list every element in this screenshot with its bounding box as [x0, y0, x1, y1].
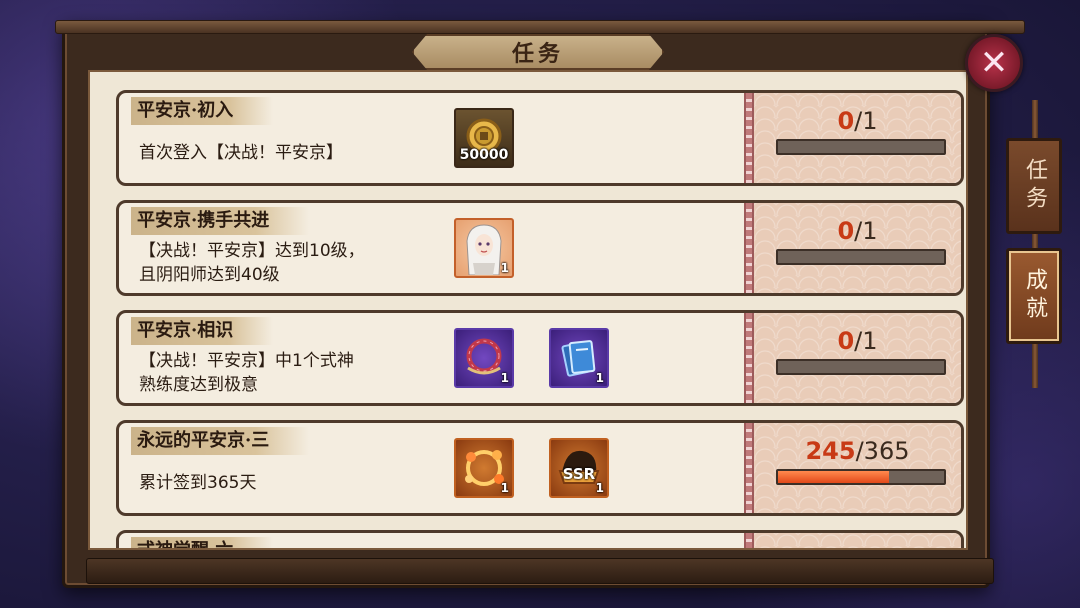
reward-frame-ring[interactable]: 1 — [454, 328, 514, 388]
task-title: 永远的平安京·三 — [131, 427, 310, 455]
task-title: 式神觉醒·六 — [131, 537, 274, 548]
task-description-line: 首次登入【决战！平安京】 — [139, 143, 343, 163]
frame-top-rail — [55, 20, 1025, 34]
progress-bar-fill — [778, 471, 890, 483]
task-description-line: 且阴阳师达到40级 — [139, 265, 280, 285]
reward-count: 1 — [500, 261, 509, 275]
task-title: 平安京·初入 — [131, 97, 274, 125]
task-progress: 245/365 — [754, 423, 961, 513]
progress-text: 0/1 — [754, 327, 961, 355]
task-description: 【决战！平安京】达到10级， 且阴阳师达到40级 — [139, 239, 365, 287]
progress-text: 0/1 — [754, 107, 961, 135]
progress-total: /1 — [854, 107, 878, 135]
reward-count: 1 — [595, 371, 604, 385]
task-progress: 0/1 — [754, 203, 961, 293]
progress-text: 245/365 — [754, 437, 961, 465]
task-description-line: 【决战！平安京】达到10级， — [139, 241, 365, 261]
reward-count: 1 — [595, 481, 604, 495]
row-divider — [744, 533, 754, 548]
task-row[interactable]: 平安京·相识 【决战！平安京】中1个式神 熟练度达到极意 1 1 0/1 — [116, 310, 964, 406]
progress-current: 0 — [837, 327, 855, 355]
reward-item[interactable] — [454, 548, 514, 550]
task-row[interactable]: 永远的平安京·三 累计签到365天 1 SSR 1 245/365 — [116, 420, 964, 516]
reward-count: 50000 — [459, 147, 509, 163]
reward-talisman[interactable]: 1 — [549, 328, 609, 388]
task-info: 平安京·初入 首次登入【决战！平安京】 50000 — [119, 93, 744, 183]
progress-current: 0 — [837, 217, 855, 245]
progress-bar — [776, 249, 946, 265]
task-description: 累计签到365天 — [139, 471, 256, 495]
progress-bar — [776, 139, 946, 155]
reward-character[interactable]: 1 — [454, 218, 514, 278]
reward-flower-frame[interactable]: 1 — [454, 438, 514, 498]
task-info: 式神觉醒·六 — [119, 533, 744, 550]
task-description: 【决战！平安京】中1个式神 熟练度达到极意 — [139, 349, 354, 397]
reward-ssr-badge[interactable]: SSR 1 — [549, 438, 609, 498]
task-row[interactable]: 平安京·初入 首次登入【决战！平安京】 50000 0/1 — [116, 90, 964, 186]
task-row[interactable]: 式神觉醒·六 — [116, 530, 964, 550]
task-description-line: 累计签到365天 — [139, 473, 257, 493]
task-description-line: 【决战！平安京】中1个式神 — [139, 351, 354, 371]
task-description: 首次登入【决战！平安京】 — [139, 141, 343, 165]
progress-text: 0/1 — [754, 217, 961, 245]
row-divider — [744, 313, 754, 403]
task-list-panel[interactable]: 平安京·初入 首次登入【决战！平安京】 50000 0/1 平安京·携手共进 【… — [88, 70, 968, 550]
tab-tasks[interactable]: 任务 — [1006, 138, 1062, 234]
task-info: 永远的平安京·三 累计签到365天 1 SSR 1 — [119, 423, 744, 513]
task-title: 平安京·携手共进 — [131, 207, 310, 235]
task-progress — [754, 533, 961, 548]
task-title: 平安京·相识 — [131, 317, 274, 345]
progress-total: /1 — [854, 217, 878, 245]
close-icon: ✕ — [979, 43, 1009, 83]
progress-current: 0 — [837, 107, 855, 135]
reward-count: 1 — [500, 481, 509, 495]
task-info: 平安京·携手共进 【决战！平安京】达到10级， 且阴阳师达到40级 1 — [119, 203, 744, 293]
tab-achievements[interactable]: 成就 — [1006, 248, 1062, 344]
progress-total: /1 — [854, 327, 878, 355]
window-title: 任务 — [511, 41, 564, 67]
task-progress: 0/1 — [754, 93, 961, 183]
reward-count: 1 — [500, 371, 509, 385]
window-title-plaque: 任务 — [412, 34, 664, 70]
task-row[interactable]: 平安京·携手共进 【决战！平安京】达到10级， 且阴阳师达到40级 1 0/1 — [116, 200, 964, 296]
row-divider — [744, 423, 754, 513]
task-description-line: 熟练度达到极意 — [139, 375, 258, 395]
progress-bar — [776, 359, 946, 375]
row-divider — [744, 93, 754, 183]
row-divider — [744, 203, 754, 293]
close-button[interactable]: ✕ — [965, 34, 1023, 92]
frame-bottom-rail — [86, 558, 994, 584]
progress-current: 245 — [805, 437, 856, 465]
task-info: 平安京·相识 【决战！平安京】中1个式神 熟练度达到极意 1 1 — [119, 313, 744, 403]
task-progress: 0/1 — [754, 313, 961, 403]
progress-bar — [776, 469, 946, 485]
progress-total: /365 — [855, 437, 910, 465]
reward-gold-coin[interactable]: 50000 — [454, 108, 514, 168]
